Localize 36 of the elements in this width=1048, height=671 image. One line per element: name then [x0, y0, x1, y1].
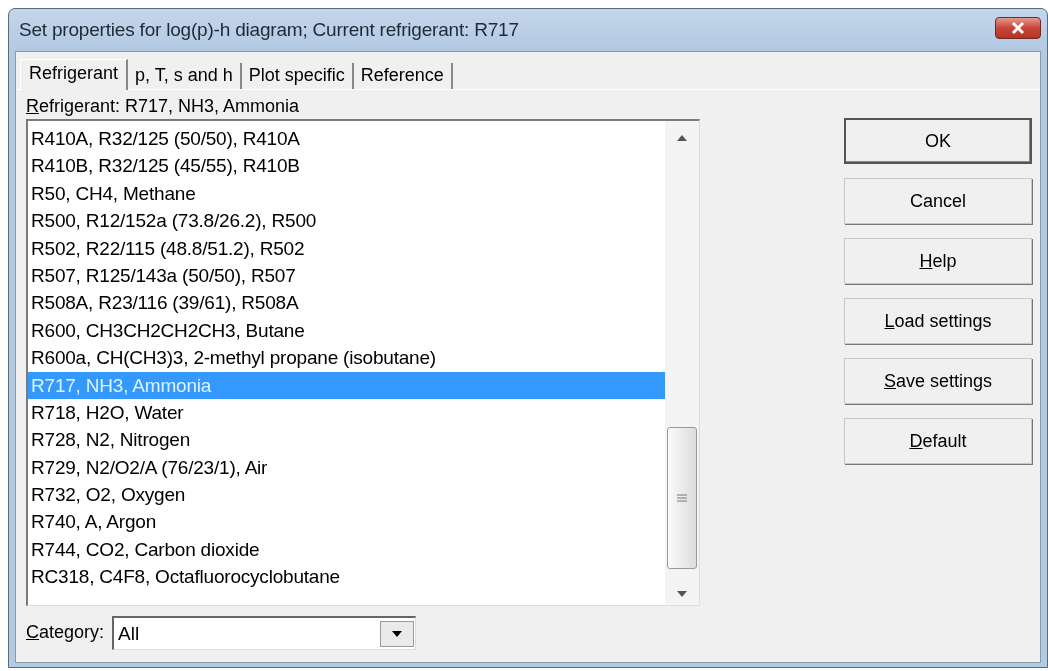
- list-item[interactable]: R410B, R32/125 (45/55), R410B: [28, 152, 665, 180]
- category-label: Category:: [26, 621, 105, 643]
- list-item[interactable]: R729, N2/O2/A (76/23/1), Air: [28, 453, 665, 482]
- list-item[interactable]: R410A, R32/125 (50/50), R410A: [28, 125, 665, 153]
- list-item[interactable]: R508A, R23/116 (39/61), R508A: [28, 289, 665, 317]
- list-item[interactable]: R507, R125/143a (50/50), R507: [28, 261, 665, 290]
- close-button[interactable]: [995, 17, 1041, 39]
- list-item[interactable]: R718, H2O, Water: [28, 398, 665, 427]
- grip-icon: [677, 494, 687, 502]
- list-item[interactable]: R500, R12/152a (73.8/26.2), R500: [28, 207, 665, 235]
- dialog-button[interactable]: Save settings: [844, 358, 1032, 404]
- dialog-button[interactable]: Default: [844, 418, 1032, 464]
- close-icon: [1010, 21, 1026, 35]
- list-item[interactable]: R50, CH4, Methane: [28, 179, 665, 208]
- list-item[interactable]: R600, CH3CH2CH2CH3, Butane: [28, 316, 665, 345]
- caret-icon: [392, 630, 403, 637]
- dialog-button[interactable]: Load settings: [844, 298, 1032, 344]
- list-item[interactable]: R600a, CH(CH3)3, 2-methyl propane (isobutane): [28, 344, 665, 372]
- list-item[interactable]: R728, N2, Nitrogen: [28, 426, 665, 454]
- dialog-button[interactable]: Cancel: [844, 178, 1032, 224]
- list-item[interactable]: RC318, C4F8, Octafluorocyclobutane: [28, 563, 665, 591]
- category-dropdown[interactable]: All: [112, 616, 417, 650]
- window-title: Set properties for log(p)-h diagram; Current refrigerant: R717: [18, 19, 519, 41]
- list-item[interactable]: R502, R22/115 (48.8/51.2), R502: [28, 234, 665, 262]
- scroll-down-icon[interactable]: [677, 591, 687, 597]
- refrigerant-label: Refrigerant: R717, NH3, Ammonia: [26, 96, 301, 117]
- tab[interactable]: Refrigerant: [20, 59, 129, 90]
- dialog-button[interactable]: OK: [844, 118, 1032, 164]
- dialog-button[interactable]: Help: [844, 238, 1032, 284]
- list-item[interactable]: R740, A, Argon: [28, 508, 665, 536]
- scrollbar[interactable]: [665, 121, 699, 605]
- scroll-up-icon[interactable]: [677, 135, 687, 141]
- dropdown-button[interactable]: [380, 620, 415, 647]
- list-item[interactable]: R732, O2, Oxygen: [28, 481, 665, 509]
- scroll-thumb[interactable]: [667, 427, 697, 569]
- list-item[interactable]: R744, CO2, Carbon dioxide: [28, 535, 665, 564]
